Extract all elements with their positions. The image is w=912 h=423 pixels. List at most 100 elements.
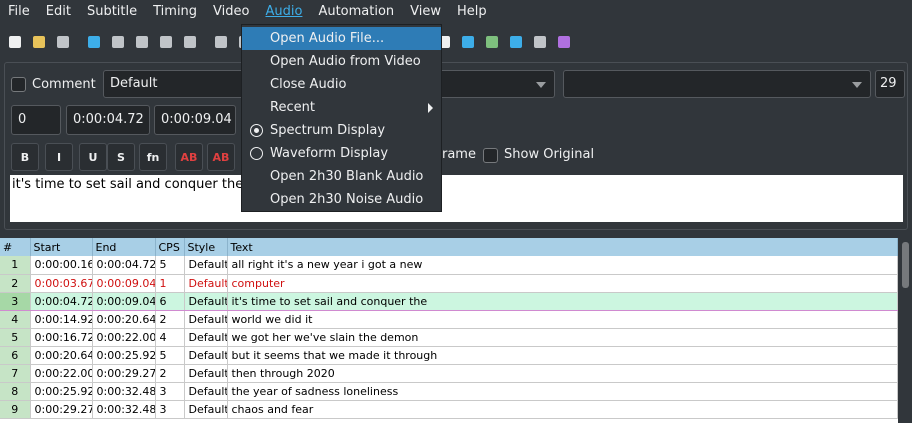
style-icon[interactable] bbox=[212, 34, 229, 51]
cell-style: Default bbox=[184, 291, 228, 311]
audio-menu-item-label: Spectrum Display bbox=[270, 123, 386, 138]
audio-menu-item[interactable]: Spectrum Display bbox=[242, 119, 441, 142]
table-row[interactable]: 2 0:00:03.67 0:00:09.04 1 Default computer bbox=[0, 274, 898, 293]
copy-icon[interactable] bbox=[157, 34, 174, 51]
audio-menu-item-label: Close Audio bbox=[270, 77, 347, 92]
kara-icon[interactable] bbox=[483, 34, 500, 51]
cell-style: Default bbox=[184, 364, 228, 383]
audio-menu-item[interactable]: Waveform Display bbox=[242, 142, 441, 165]
cell-n: 8 bbox=[0, 382, 31, 401]
cell-end: 0:00:20.64 bbox=[92, 310, 156, 329]
jump-icon[interactable] bbox=[85, 34, 102, 51]
menu-video[interactable]: Video bbox=[205, 0, 257, 24]
cell-end: 0:00:25.92 bbox=[92, 346, 156, 365]
table-row[interactable]: 4 0:00:14.92 0:00:20.64 2 Default world we di… bbox=[0, 310, 898, 329]
menu-view[interactable]: View bbox=[402, 0, 449, 24]
table-row[interactable]: 1 0:00:00.16 0:00:04.72 5 Default all right i… bbox=[0, 256, 898, 275]
paste-icon-glyph bbox=[183, 36, 196, 48]
table-row[interactable]: 6 0:00:20.64 0:00:25.92 5 Default but it seem… bbox=[0, 346, 898, 365]
scrollbar-thumb[interactable] bbox=[902, 242, 909, 288]
cell-start: 0:00:14.92 bbox=[30, 310, 93, 329]
cell-start: 0:00:16.72 bbox=[30, 328, 93, 347]
cell-text: it's time to set sail and conquer the bbox=[227, 291, 898, 311]
end-time-field[interactable]: 0:00:09.04 bbox=[154, 105, 236, 135]
audio-menu-item[interactable]: Open 2h30 Blank Audio bbox=[242, 165, 441, 188]
bold-button[interactable]: B bbox=[11, 143, 39, 171]
italic-button[interactable]: I bbox=[45, 143, 73, 171]
table-row[interactable]: 9 0:00:29.27 0:00:32.48 3 Default chaos and f… bbox=[0, 400, 898, 419]
underline-button[interactable]: U bbox=[79, 143, 107, 171]
cell-start: 0:00:22.00 bbox=[30, 364, 93, 383]
new-file-icon[interactable] bbox=[6, 34, 23, 51]
margin-field[interactable]: 29 bbox=[875, 70, 905, 98]
audio-menu: Open Audio File... Open Audio from Video C… bbox=[241, 24, 442, 212]
menu-edit[interactable]: Edit bbox=[38, 0, 79, 24]
shift-icon[interactable] bbox=[459, 34, 476, 51]
column-header[interactable]: # bbox=[0, 238, 31, 256]
comment-checkbox[interactable] bbox=[11, 76, 26, 92]
grid-scrollbar[interactable] bbox=[900, 238, 912, 423]
menu-subtitle[interactable]: Subtitle bbox=[79, 0, 145, 24]
chevron-down-icon bbox=[852, 82, 862, 88]
cell-start: 0:00:00.16 bbox=[30, 256, 93, 275]
column-header[interactable]: Start bbox=[30, 238, 93, 256]
automation-icon[interactable] bbox=[531, 34, 548, 51]
config-icon[interactable] bbox=[507, 34, 524, 51]
comment-row: Comment bbox=[11, 71, 96, 97]
audio-menu-item[interactable]: Open Audio File... bbox=[242, 27, 441, 50]
cell-start: 0:00:29.27 bbox=[30, 400, 93, 419]
column-header[interactable]: CPS bbox=[155, 238, 185, 256]
cell-cps: 3 bbox=[155, 400, 185, 419]
audio-menu-item[interactable]: Open Audio from Video bbox=[242, 50, 441, 73]
audio-menu-item-label: Recent bbox=[270, 100, 315, 115]
table-row[interactable]: 8 0:00:25.92 0:00:32.48 3 Default the year of… bbox=[0, 382, 898, 401]
column-header[interactable]: Style bbox=[184, 238, 228, 256]
style-value: Default bbox=[110, 76, 158, 91]
audio-menu-item[interactable]: Recent bbox=[242, 96, 441, 119]
table-row[interactable]: 3 0:00:04.72 0:00:09.04 6 Default it's time t… bbox=[0, 291, 898, 311]
menu-timing[interactable]: Timing bbox=[145, 0, 205, 24]
font-button[interactable]: fn bbox=[139, 143, 167, 171]
cell-start: 0:00:20.64 bbox=[30, 346, 93, 365]
replace-icon[interactable] bbox=[133, 34, 150, 51]
audio-menu-item[interactable]: Open 2h30 Noise Audio bbox=[242, 188, 441, 211]
cell-style: Default bbox=[184, 274, 228, 293]
column-header[interactable]: Text bbox=[227, 238, 898, 256]
script-icon[interactable] bbox=[555, 34, 572, 51]
table-row[interactable]: 5 0:00:16.72 0:00:22.00 4 Default we got her … bbox=[0, 328, 898, 347]
find-icon[interactable] bbox=[109, 34, 126, 51]
menu-automation[interactable]: Automation bbox=[310, 0, 402, 24]
show-original-checkbox[interactable] bbox=[483, 148, 498, 163]
menu-file[interactable]: File bbox=[0, 0, 38, 24]
automation-icon-glyph bbox=[533, 36, 546, 48]
layer-spinbox[interactable]: 0 bbox=[11, 105, 61, 135]
secondary-color-button[interactable]: AB bbox=[207, 143, 235, 171]
cell-text: but it seems that we made it through bbox=[227, 346, 898, 365]
subtitle-grid[interactable]: # Start End CPS Style Text 1 0:00:00.16 0:00:04… bbox=[0, 238, 898, 423]
script-icon-glyph bbox=[557, 36, 570, 48]
kara-icon-glyph bbox=[485, 36, 498, 48]
actor-combo[interactable] bbox=[563, 70, 871, 98]
audio-menu-item[interactable]: Close Audio bbox=[242, 73, 441, 96]
save-icon[interactable] bbox=[54, 34, 71, 51]
cell-n: 7 bbox=[0, 364, 31, 383]
menu-help[interactable]: Help bbox=[449, 0, 495, 24]
start-time-field[interactable]: 0:00:04.72 bbox=[66, 105, 150, 135]
cell-n: 4 bbox=[0, 310, 31, 329]
subtitle-text-edit[interactable]: it's time to set sail and conquer the bbox=[10, 175, 903, 222]
primary-color-button[interactable]: AB bbox=[175, 143, 203, 171]
cell-end: 0:00:32.48 bbox=[92, 400, 156, 419]
audio-menu-item-label: Waveform Display bbox=[270, 146, 389, 161]
open-file-icon[interactable] bbox=[30, 34, 47, 51]
menu-audio[interactable]: Audio bbox=[257, 0, 311, 24]
cell-style: Default bbox=[184, 382, 228, 401]
cell-text: the year of sadness loneliness bbox=[227, 382, 898, 401]
strikeout-button[interactable]: S bbox=[107, 143, 135, 171]
table-row[interactable]: 7 0:00:22.00 0:00:29.27 2 Default then throug… bbox=[0, 364, 898, 383]
audio-menu-item-label: Open 2h30 Blank Audio bbox=[270, 169, 424, 184]
cell-text: world we did it bbox=[227, 310, 898, 329]
paste-icon[interactable] bbox=[181, 34, 198, 51]
cell-end: 0:00:09.04 bbox=[92, 274, 156, 293]
column-header[interactable]: End bbox=[92, 238, 156, 256]
cell-n: 2 bbox=[0, 274, 31, 293]
